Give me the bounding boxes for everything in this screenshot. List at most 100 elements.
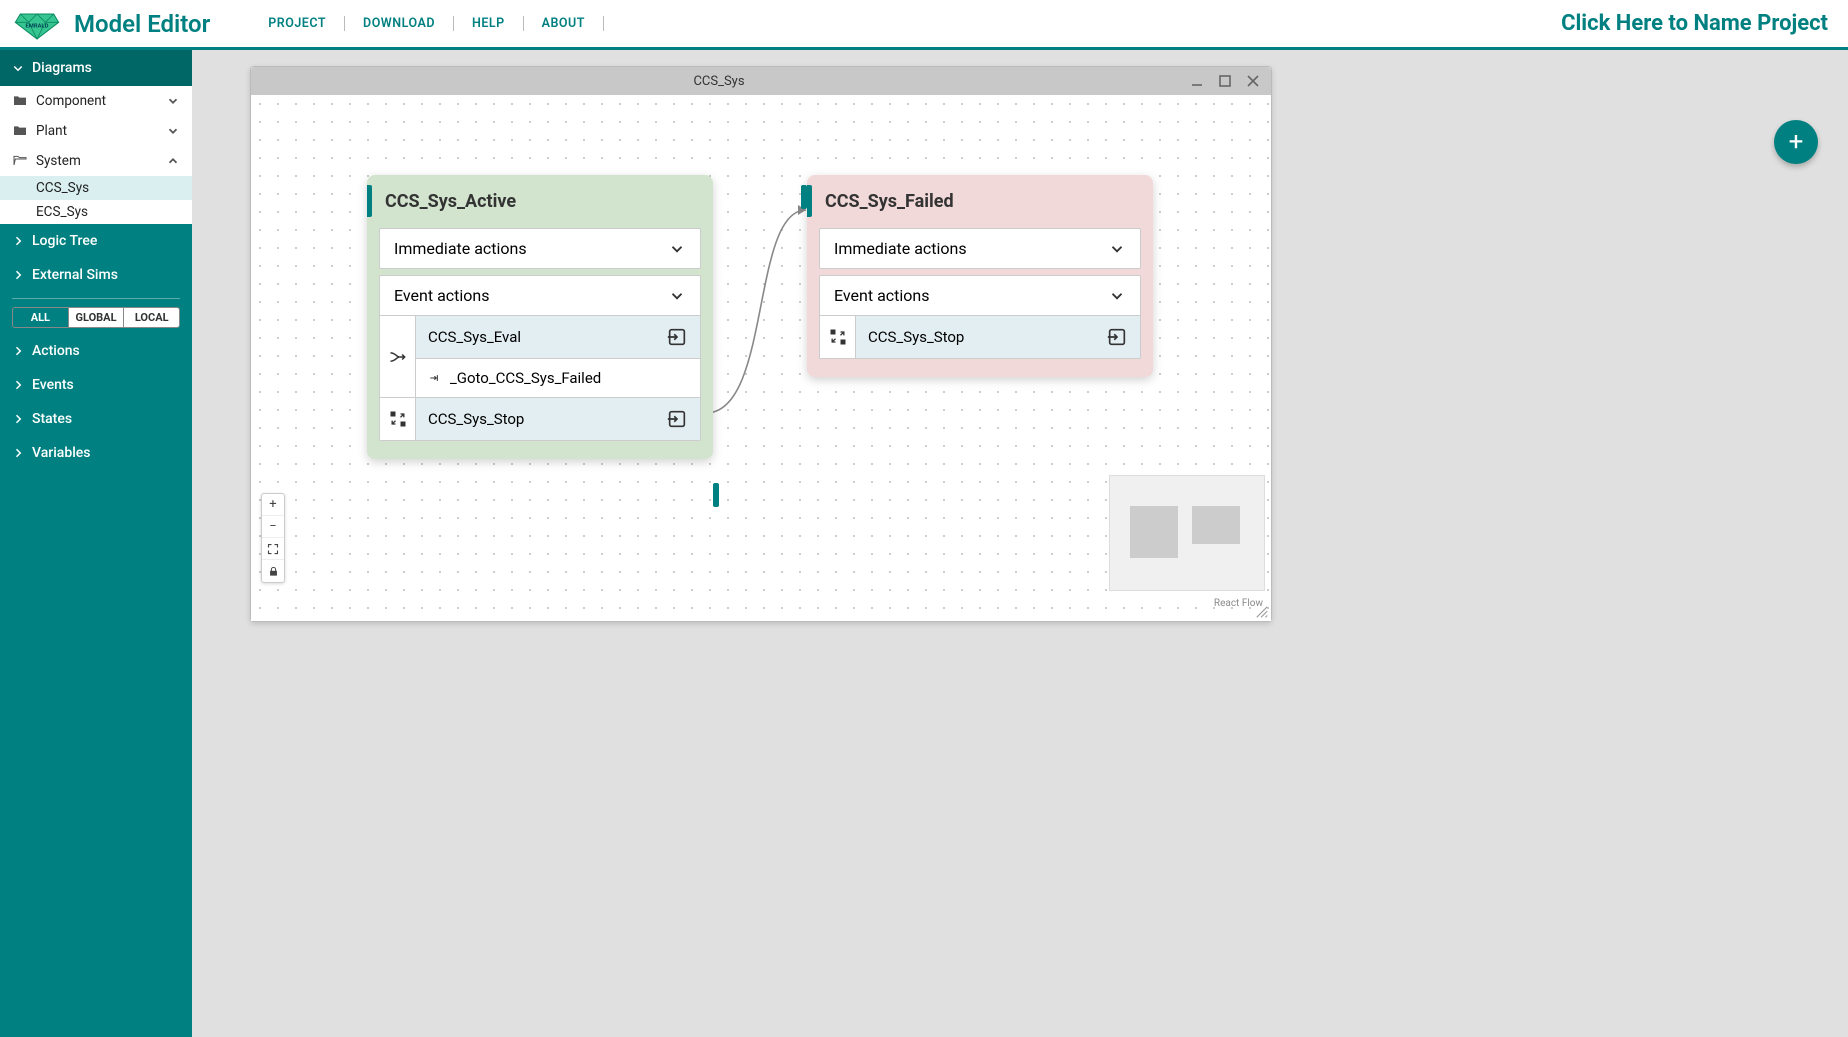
sidebar-actions[interactable]: Actions [0,334,192,368]
menu-project[interactable]: PROJECT [250,16,345,31]
state-accent-bar [807,185,812,217]
sidebar-external-sims[interactable]: External Sims [0,258,192,292]
enter-box-icon[interactable] [1106,326,1128,348]
diagram-ecs-sys[interactable]: ECS_Sys [0,200,192,224]
filter-tabs: ALL GLOBAL LOCAL [12,307,180,328]
filter-local[interactable]: LOCAL [123,308,179,327]
enter-box-icon[interactable] [666,326,688,348]
event-row: CCS_Sys_Stop [820,315,1140,358]
sidebar-logic-tree[interactable]: Logic Tree [0,224,192,258]
divider [12,298,180,299]
lock-icon [268,566,279,577]
chevron-down-icon [668,240,686,258]
immediate-actions-section: Immediate actions [819,228,1141,269]
canvas-area: CCS_Sys CCS_Sys_Active Immedi [192,50,1848,1037]
swap-icon [388,409,408,429]
output-handle[interactable] [713,483,719,507]
goto-arrow-icon [428,371,442,385]
resize-grip-icon[interactable] [1255,605,1269,619]
event-actions-section: Event actions [819,275,1141,359]
add-fab-button[interactable]: + [1774,120,1818,164]
minimap[interactable] [1109,475,1265,591]
fit-view-icon [267,543,279,555]
event-type-icon-cell [380,316,416,397]
folder-icon [12,93,28,109]
event-item[interactable]: CCS_Sys_Eval [416,316,700,358]
minimize-icon[interactable] [1189,73,1205,89]
flow-controls: + − [261,493,285,583]
diagram-ccs-sys[interactable]: CCS_Sys [0,176,192,200]
chevron-up-icon [166,154,180,168]
emerald-logo-icon: EMRALD [12,6,62,42]
chevron-right-icon [12,413,24,425]
sidebar: Diagrams Component Plant System CCS_Sys … [0,50,192,1037]
close-icon[interactable] [1245,73,1261,89]
immediate-actions-toggle[interactable]: Immediate actions [820,229,1140,268]
state-accent-bar [367,185,372,217]
minimap-node [1192,506,1240,544]
sidebar-variables[interactable]: Variables [0,436,192,470]
state-node-failed[interactable]: CCS_Sys_Failed Immediate actions Event a… [807,175,1153,377]
lock-button[interactable] [262,560,284,582]
main-menu: PROJECT DOWNLOAD HELP ABOUT [250,16,604,31]
filter-all[interactable]: ALL [13,308,68,327]
event-type-icon-cell [820,316,856,358]
state-node-active[interactable]: CCS_Sys_Active Immediate actions Event a… [367,175,713,459]
project-name-input[interactable]: Click Here to Name Project [1561,11,1836,36]
chevron-down-icon [12,62,24,74]
menu-about[interactable]: ABOUT [524,16,604,31]
app-title: Model Editor [74,10,210,38]
enter-box-icon[interactable] [666,408,688,430]
diagram-window: CCS_Sys CCS_Sys_Active Immedi [250,66,1272,622]
menu-help[interactable]: HELP [454,16,524,31]
sidebar-states[interactable]: States [0,402,192,436]
folder-system[interactable]: System [0,146,192,176]
header: EMRALD Model Editor PROJECT DOWNLOAD HEL… [0,0,1848,50]
merge-arrow-icon [388,347,408,367]
sidebar-diagrams-head[interactable]: Diagrams [0,50,192,86]
minimap-node [1130,506,1178,558]
zoom-out-button[interactable]: − [262,516,284,538]
menu-download[interactable]: DOWNLOAD [345,16,454,31]
immediate-actions-section: Immediate actions [379,228,701,269]
flow-canvas[interactable]: CCS_Sys_Active Immediate actions Event a… [251,95,1271,621]
chevron-right-icon [12,269,24,281]
event-type-icon-cell [380,398,416,440]
filter-global[interactable]: GLOBAL [68,308,124,327]
chevron-right-icon [12,447,24,459]
maximize-icon[interactable] [1217,73,1233,89]
fit-view-button[interactable] [262,538,284,560]
sidebar-events[interactable]: Events [0,368,192,402]
input-handle[interactable] [801,185,807,209]
event-row: CCS_Sys_Stop [380,397,700,440]
state-title: CCS_Sys_Active [385,191,701,212]
event-actions-toggle[interactable]: Event actions [820,276,1140,315]
zoom-in-button[interactable]: + [262,494,284,516]
diagram-tree: Component Plant System CCS_Sys ECS_Sys [0,86,192,224]
chevron-down-icon [166,94,180,108]
swap-icon [828,327,848,347]
window-titlebar[interactable]: CCS_Sys [251,67,1271,95]
event-item[interactable]: CCS_Sys_Stop [416,398,700,440]
chevron-down-icon [668,287,686,305]
folder-open-icon [12,153,28,169]
event-actions-section: Event actions [379,275,701,441]
svg-text:EMRALD: EMRALD [26,23,49,29]
sidebar-diagrams-label: Diagrams [32,60,92,76]
state-title: CCS_Sys_Failed [825,191,1141,212]
chevron-down-icon [1108,287,1126,305]
immediate-actions-toggle[interactable]: Immediate actions [380,229,700,268]
event-goto[interactable]: _Goto_CCS_Sys_Failed [416,358,700,397]
logo: EMRALD Model Editor [12,6,210,42]
chevron-right-icon [12,379,24,391]
chevron-right-icon [12,345,24,357]
event-item[interactable]: CCS_Sys_Stop [856,316,1140,358]
event-actions-toggle[interactable]: Event actions [380,276,700,315]
chevron-down-icon [166,124,180,138]
chevron-right-icon [12,235,24,247]
folder-plant[interactable]: Plant [0,116,192,146]
window-title: CCS_Sys [261,74,1177,89]
folder-component[interactable]: Component [0,86,192,116]
folder-icon [12,123,28,139]
chevron-down-icon [1108,240,1126,258]
